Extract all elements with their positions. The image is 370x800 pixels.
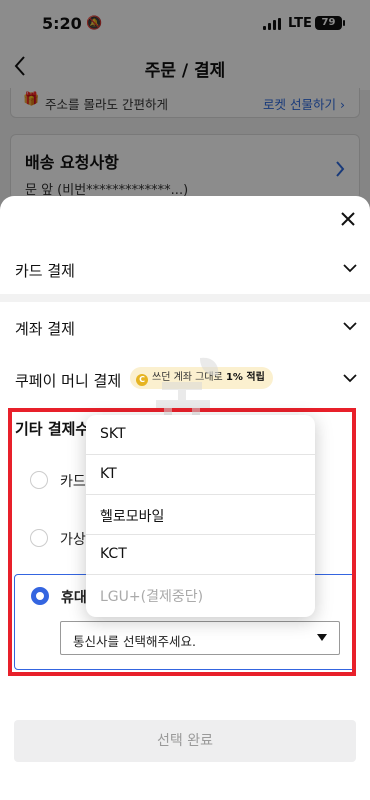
row-coupay-money-label: 쿠페이 머니 결제 (15, 372, 122, 390)
confirm-selection-button[interactable]: 선택 완료 (14, 720, 356, 762)
chevron-down-icon (343, 321, 357, 333)
carrier-option-label: KCT (100, 546, 127, 562)
carrier-option-hellomobile[interactable]: 헬로모바일 (86, 495, 315, 535)
chevron-down-icon (343, 263, 357, 275)
carrier-dropdown-menu: SKT KT 헬로모바일 KCT LGU+(결제중단) (86, 415, 315, 617)
carrier-option-label: SKT (100, 426, 126, 442)
carrier-option-skt[interactable]: SKT (86, 415, 315, 455)
section-divider (0, 294, 370, 302)
row-account-payment[interactable]: 계좌 결제 (0, 304, 370, 352)
carrier-option-lgu-disabled: LGU+(결제중단) (86, 575, 315, 615)
carrier-option-label: 헬로모바일 (100, 509, 165, 525)
close-icon[interactable] (340, 208, 356, 232)
carrier-option-kct[interactable]: KCT (86, 535, 315, 575)
payment-method-sheet: 카드 결제 계좌 결제 쿠페이 머니 결제 C 쓰던 계좌 그대로 1% 적립 기… (0, 196, 370, 800)
row-card-payment[interactable]: 카드 결제 (0, 246, 370, 294)
carrier-option-kt[interactable]: KT (86, 455, 315, 495)
row-account-payment-label: 계좌 결제 (15, 320, 75, 338)
row-card-payment-label: 카드 결제 (15, 262, 75, 280)
carrier-option-label: LGU+(결제중단) (100, 589, 204, 605)
carrier-option-label: KT (100, 466, 117, 482)
chevron-down-icon (343, 373, 357, 385)
